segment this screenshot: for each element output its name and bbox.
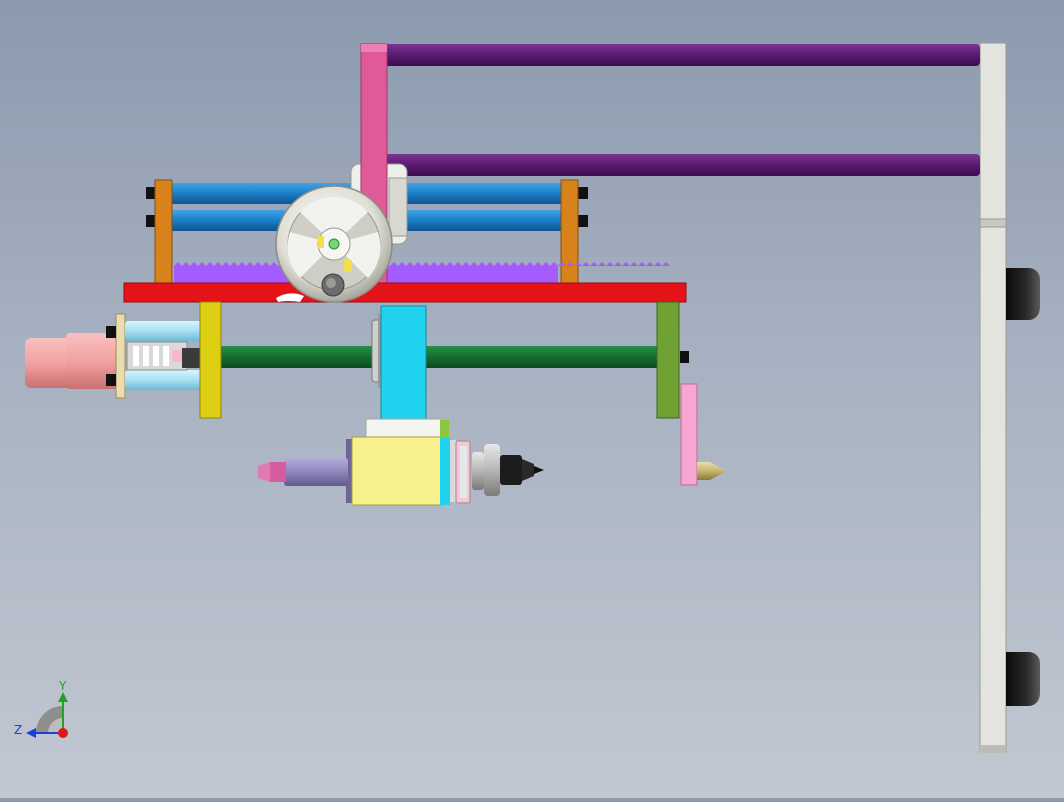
cyan-carriage-block[interactable] bbox=[380, 305, 427, 420]
red-base-plate[interactable] bbox=[123, 282, 687, 303]
drive-motor[interactable] bbox=[25, 313, 126, 399]
top-rod-upper[interactable] bbox=[385, 44, 980, 66]
drill-chuck-icon[interactable] bbox=[472, 444, 544, 496]
tailstock-center-icon bbox=[697, 462, 726, 480]
triad-y-label: Y bbox=[58, 679, 67, 693]
left-orange-bracket[interactable] bbox=[154, 179, 173, 284]
tailstock-arm[interactable] bbox=[680, 383, 698, 486]
cad-viewport[interactable]: Y Z bbox=[0, 0, 1064, 798]
coordinate-triad-icon: Y Z bbox=[14, 679, 68, 738]
spindle-motor bbox=[258, 458, 348, 486]
olive-bracket[interactable] bbox=[656, 301, 680, 419]
lower-green-rod[interactable] bbox=[191, 346, 689, 368]
spindle-flange bbox=[455, 440, 471, 504]
yellow-bracket[interactable] bbox=[199, 301, 222, 419]
post-foot-lower bbox=[1006, 652, 1040, 706]
right-post[interactable] bbox=[979, 42, 1007, 753]
top-rod-lower[interactable] bbox=[385, 154, 980, 176]
gear-rack[interactable] bbox=[174, 262, 670, 283]
spindle-mount-block bbox=[365, 418, 443, 440]
post-foot-upper bbox=[1006, 268, 1040, 320]
right-orange-bracket[interactable] bbox=[560, 179, 579, 284]
handwheel-icon[interactable] bbox=[275, 185, 393, 303]
shaft-coupling bbox=[126, 341, 200, 371]
triad-z-label: Z bbox=[14, 723, 22, 737]
